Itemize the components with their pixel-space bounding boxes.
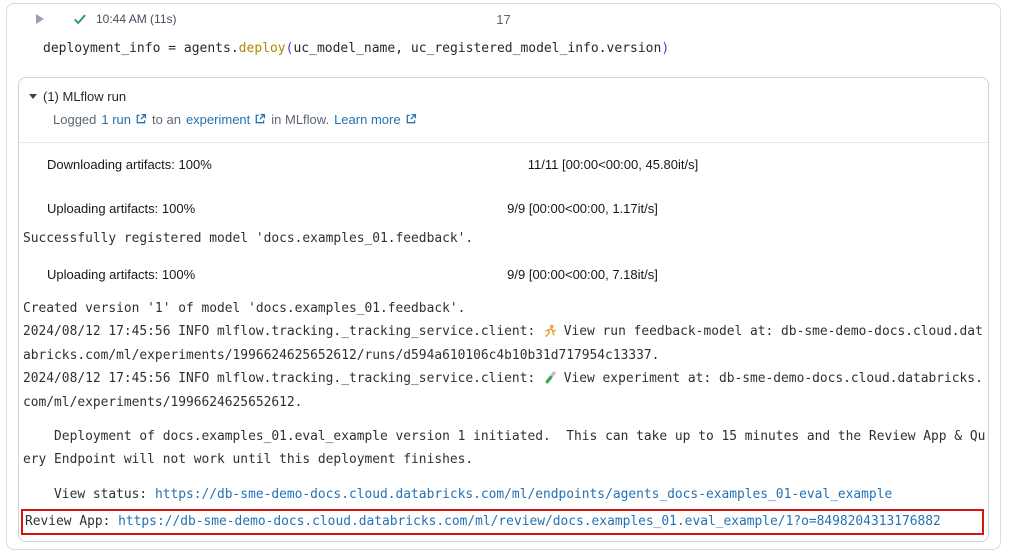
mlflow-run-title: (1) MLflow run — [43, 89, 126, 104]
progress-row-uploading-2: Uploading artifacts: 100% 9/9 [00:00<00:… — [47, 264, 988, 284]
chevron-down-icon — [29, 94, 37, 99]
in-mlflow-text: in MLflow. — [271, 112, 329, 127]
log-output-block: Created version '1' of model 'docs.examp… — [23, 298, 988, 414]
progress-stats: 9/9 [00:00<00:00, 7.18it/s] — [507, 267, 658, 282]
cell-execution-number: 17 — [7, 12, 1000, 27]
test-tube-emoji — [543, 370, 556, 392]
progress-stats: 9/9 [00:00<00:00, 1.17it/s] — [507, 201, 658, 216]
experiment-link[interactable]: experiment — [186, 112, 250, 127]
log-experiment-prefix: 2024/08/12 17:45:56 INFO mlflow.tracking… — [23, 371, 543, 386]
view-status-line: View status: https://db-sme-demo-docs.cl… — [23, 484, 988, 506]
to-an-text: to an — [152, 112, 181, 127]
code-close-paren: ) — [661, 41, 669, 56]
log-deployment-message: Deployment of docs.examples_01.eval_exam… — [23, 426, 988, 471]
mlflow-logged-line: Logged 1 run to an experiment in MLflow.… — [53, 110, 988, 128]
view-status-url-link[interactable]: https://db-sme-demo-docs.cloud.databrick… — [155, 487, 892, 502]
learn-more-link[interactable]: Learn more — [334, 112, 400, 127]
log-line-created: Created version '1' of model 'docs.examp… — [23, 301, 465, 316]
logged-text: Logged — [53, 112, 96, 127]
code-editor-line[interactable]: deployment_info = agents.deploy(uc_model… — [43, 40, 1000, 58]
external-link-icon[interactable] — [405, 113, 417, 125]
review-app-label: Review App: — [25, 514, 118, 529]
progress-stats: 11/11 [00:00<00:00, 45.80it/s] — [528, 157, 698, 172]
mlflow-run-collapse-header[interactable]: (1) MLflow run — [29, 87, 988, 105]
progress-bar — [220, 154, 520, 174]
code-function-token: deploy — [239, 41, 286, 56]
review-app-url-link[interactable]: https://db-sme-demo-docs.cloud.databrick… — [118, 514, 941, 529]
code-text: deployment_info = agents. — [43, 41, 239, 56]
external-link-icon[interactable] — [254, 113, 266, 125]
runner-emoji — [543, 323, 556, 345]
progress-label: Uploading artifacts: 100% — [47, 267, 195, 282]
log-run-prefix: 2024/08/12 17:45:56 INFO mlflow.tracking… — [23, 324, 543, 339]
log-line-registered: Successfully registered model 'docs.exam… — [23, 228, 988, 250]
notebook-cell: 10:44 AM (11s) 17 deployment_info = agen… — [6, 3, 1001, 550]
review-app-annotation-box: Review App: https://db-sme-demo-docs.clo… — [21, 509, 984, 535]
run-link[interactable]: 1 run — [101, 112, 131, 127]
progress-bar — [203, 198, 499, 218]
view-status-label: View status: — [23, 487, 155, 502]
cell-header: 10:44 AM (11s) 17 — [7, 4, 1000, 34]
progress-row-downloading: Downloading artifacts: 100% 11/11 [00:00… — [47, 154, 988, 174]
progress-bar — [203, 264, 499, 284]
progress-label: Uploading artifacts: 100% — [47, 201, 195, 216]
output-divider — [19, 142, 988, 143]
progress-label: Downloading artifacts: 100% — [47, 157, 212, 172]
external-link-icon[interactable] — [135, 113, 147, 125]
code-args: uc_model_name, uc_registered_model_info.… — [293, 41, 661, 56]
progress-row-uploading-1: Uploading artifacts: 100% 9/9 [00:00<00:… — [47, 198, 988, 218]
cell-output-panel: (1) MLflow run Logged 1 run to an experi… — [18, 77, 989, 542]
